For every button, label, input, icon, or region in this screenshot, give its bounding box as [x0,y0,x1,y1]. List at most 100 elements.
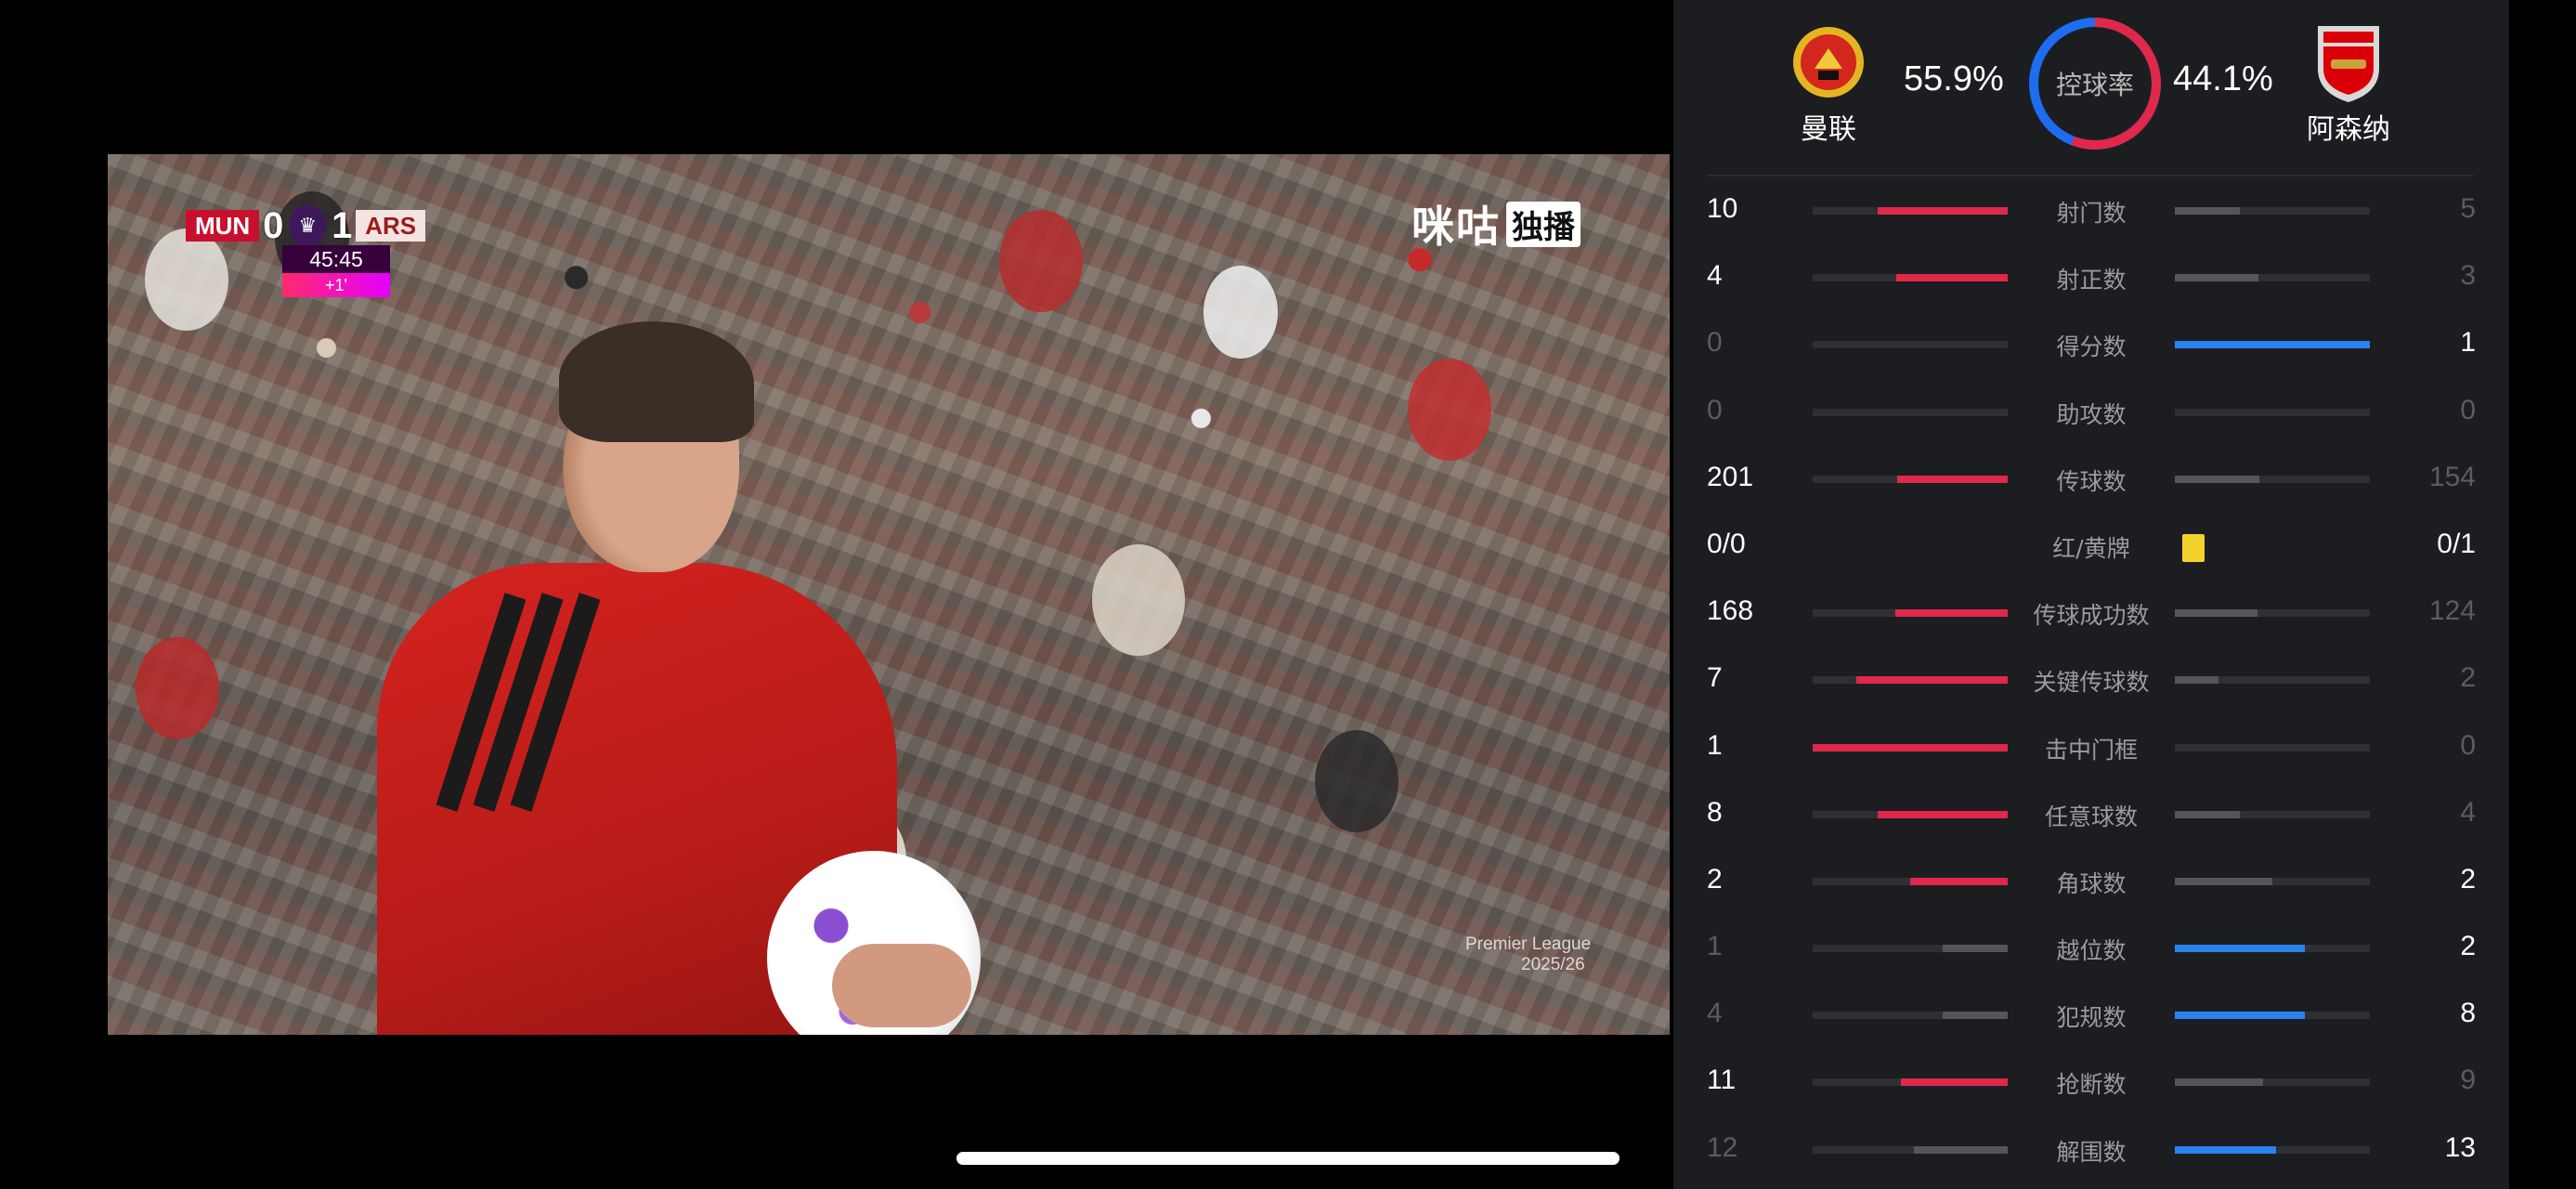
home-bar-fill [1813,743,2008,751]
stat-label: 红/黄牌 [2052,534,2130,562]
home-stat-value: 11 [1707,1065,1737,1096]
arsenal-crest-icon [2310,20,2387,104]
stats-list: 10 5 射门数 4 3 射正数 0 1 得分数 0 0 助攻数 201 154 传球数 0/0 0/1 红/黄牌… [1673,176,2509,1182]
added-time: +1' [282,273,390,297]
away-bar-track [2175,1012,2370,1020]
away-bar-fill [2175,274,2258,282]
away-stat-value: 154 [2428,461,2476,492]
away-bar-track [2175,945,2370,953]
league-corner-name: Premier League [1465,934,1592,954]
stat-label: 得分数 [2056,333,2127,361]
away-bar-fill [2175,341,2370,349]
migu-logo: 咪咕 [1412,202,1501,252]
home-stat-value: 1 [1707,931,1723,962]
home-possession: 55.9% [1904,59,2004,98]
possession-label: 控球率 [2055,70,2134,100]
home-bar-fill [1895,609,2008,618]
away-stat-value: 4 [2460,796,2476,828]
home-indicator[interactable] [956,1152,1620,1165]
home-bar-fill [1943,945,2008,953]
home-bar-track [1813,1078,2008,1087]
home-bar-track [1813,341,2008,349]
home-stat-value: 0 [1707,327,1723,359]
scorebug-away-score: 1 [332,204,353,246]
home-stat-value: 8 [1707,796,1723,828]
stat-row: 0 0 助攻数 [1673,378,2509,445]
away-bar-track [2175,676,2370,685]
away-bar-track [2175,475,2370,483]
home-bar-fill [1855,676,2008,685]
home-bar-track [1813,475,2008,483]
away-bar-track [2175,341,2370,349]
away-bar-fill [2175,877,2272,885]
away-stat-value: 5 [2460,193,2476,224]
away-stat-value: 0 [2460,729,2476,761]
stat-row: 4 3 射正数 [1673,243,2509,310]
away-bar-fill [2175,1012,2305,1020]
stat-label: 传球成功数 [2033,602,2150,630]
home-stat-value: 4 [1707,998,1723,1029]
away-bar-track [2175,810,2370,818]
away-stat-value: 2 [2460,863,2476,895]
stat-label: 抢断数 [2056,1071,2127,1099]
stat-label: 射门数 [2056,200,2127,227]
broadcaster-watermark: 咪咕 独播 [1412,193,1581,255]
stat-row: 12 13 解围数 [1673,1116,2509,1182]
home-bar-fill [1910,877,2008,885]
match-clock: 45:45 [282,245,390,273]
home-bar-track [1813,877,2008,885]
away-stat-value: 0 [2460,394,2476,425]
home-bar-track [1813,1012,2008,1020]
stat-label: 犯规数 [2056,1004,2127,1032]
away-bar-fill [2175,475,2260,483]
away-stat-value: 9 [2460,1065,2476,1096]
home-bar-track [1813,676,2008,685]
stat-label: 助攻数 [2056,400,2127,428]
home-stat-value: 1 [1707,729,1723,761]
yellow-card-icon [2182,533,2205,562]
away-bar-fill [2175,810,2240,818]
stat-label: 关键传球数 [2033,669,2150,697]
home-bar-fill [1900,1078,2008,1087]
stat-row: 10 5 射门数 [1673,176,2509,243]
away-bar-fill [2175,676,2218,685]
stat-row: 201 154 传球数 [1673,445,2509,512]
away-bar-track [2175,1078,2370,1087]
home-team-name: 曼联 [1801,113,1856,146]
away-bar-track [2175,609,2370,618]
home-bar-track [1813,274,2008,282]
stat-row: 11 9 抢断数 [1673,1048,2509,1115]
home-stat-value: 2 [1707,863,1723,895]
away-bar-track [2175,207,2370,215]
home-bar-track [1813,810,2008,818]
away-stat-value: 13 [2444,1131,2476,1163]
scorebug-home-team: MUN [186,210,260,242]
away-team-name: 阿森纳 [2307,113,2390,146]
home-bar-track [1813,743,2008,751]
away-stat-value: 3 [2460,260,2476,292]
stat-row: 1 0 击中门框 [1673,713,2509,780]
possession-header: 曼联 阿森纳 55.9% 44.1% 控球率 [1673,0,2509,176]
stat-label: 击中门框 [2044,736,2138,764]
match-stats-panel: 曼联 阿森纳 55.9% 44.1% 控球率 10 5 射门数 4 3 射正数 0 1 得分数 0… [1673,0,2509,1189]
away-bar-fill [2175,945,2305,953]
scorebug-home-score: 0 [263,204,284,246]
home-bar-fill [1896,274,2008,282]
home-stat-value: 0/0 [1707,528,1746,559]
stat-row: 168 124 传球成功数 [1673,579,2509,646]
stat-row: 0 1 得分数 [1673,310,2509,377]
away-bar-fill [2175,207,2240,215]
home-stat-value: 12 [1707,1131,1738,1163]
away-bar-track [2175,877,2370,885]
away-stat-value: 8 [2460,998,2476,1029]
scorebug: MUN 0 ♛ 1 ARS 45:45 +1' [186,204,426,297]
away-bar-fill [2175,1145,2277,1154]
exclusive-tag: 独播 [1506,201,1581,247]
away-bar-fill [2175,1078,2263,1087]
stat-row: 2 2 角球数 [1673,847,2509,914]
home-bar-track [1813,408,2008,416]
home-stat-value: 201 [1707,461,1754,492]
home-bar-track [1813,207,2008,215]
stat-label: 角球数 [2056,869,2127,897]
premier-league-lion-icon: ♛ [289,204,327,247]
